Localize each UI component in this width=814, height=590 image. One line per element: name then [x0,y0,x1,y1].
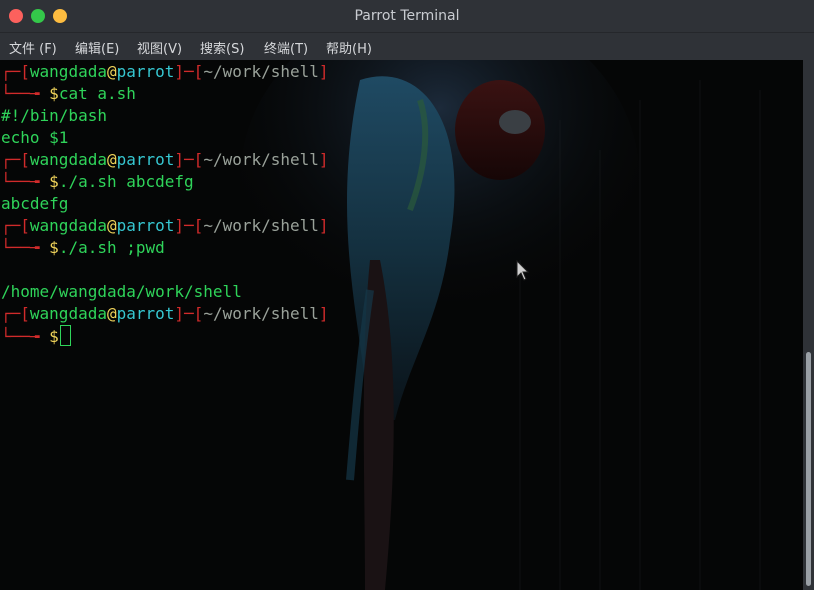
menu-view[interactable]: 视图(V) [137,38,182,57]
prompt-line: ┌─[wangdada@parrot]─[~/work/shell] [1,150,329,169]
output-line: echo $1 [1,128,69,147]
text-cursor [59,325,71,346]
output-line: #!/bin/bash [1,106,107,125]
menu-bar: 文件 (F) 编辑(E) 视图(V) 搜索(S) 终端(T) 帮助(H) [0,33,814,60]
output-line: abcdefg [1,194,69,213]
vertical-scrollbar[interactable] [803,60,814,590]
terminal-area[interactable]: ┌─[wangdada@parrot]─[~/work/shell] └──╼ … [0,60,803,590]
prompt-line: ┌─[wangdada@parrot]─[~/work/shell] [1,304,329,323]
menu-file[interactable]: 文件 (F) [9,38,57,57]
window-title: Parrot Terminal [354,8,460,24]
command-line: └──╼ $./a.sh ;pwd [1,238,165,257]
prompt-line: ┌─[wangdada@parrot]─[~/work/shell] [1,216,329,235]
terminal-output: ┌─[wangdada@parrot]─[~/work/shell] └──╼ … [1,61,329,347]
command-line: └──╼ $cat a.sh [1,84,136,103]
menu-edit[interactable]: 编辑(E) [75,38,119,57]
title-bar[interactable]: Parrot Terminal [0,0,814,33]
terminal-window: Parrot Terminal 文件 (F) 编辑(E) 视图(V) 搜索(S)… [0,0,814,590]
menu-search[interactable]: 搜索(S) [200,38,244,57]
output-line: /home/wangdada/work/shell [1,282,242,301]
command-line: └──╼ $./a.sh abcdefg [1,172,194,191]
prompt-line: ┌─[wangdada@parrot]─[~/work/shell] [1,62,329,81]
mouse-pointer-icon [516,260,530,281]
menu-terminal[interactable]: 终端(T) [264,38,308,57]
active-command-line[interactable]: └──╼ $ [1,325,329,347]
scrollbar-thumb[interactable] [806,352,811,586]
menu-help[interactable]: 帮助(H) [326,38,372,57]
